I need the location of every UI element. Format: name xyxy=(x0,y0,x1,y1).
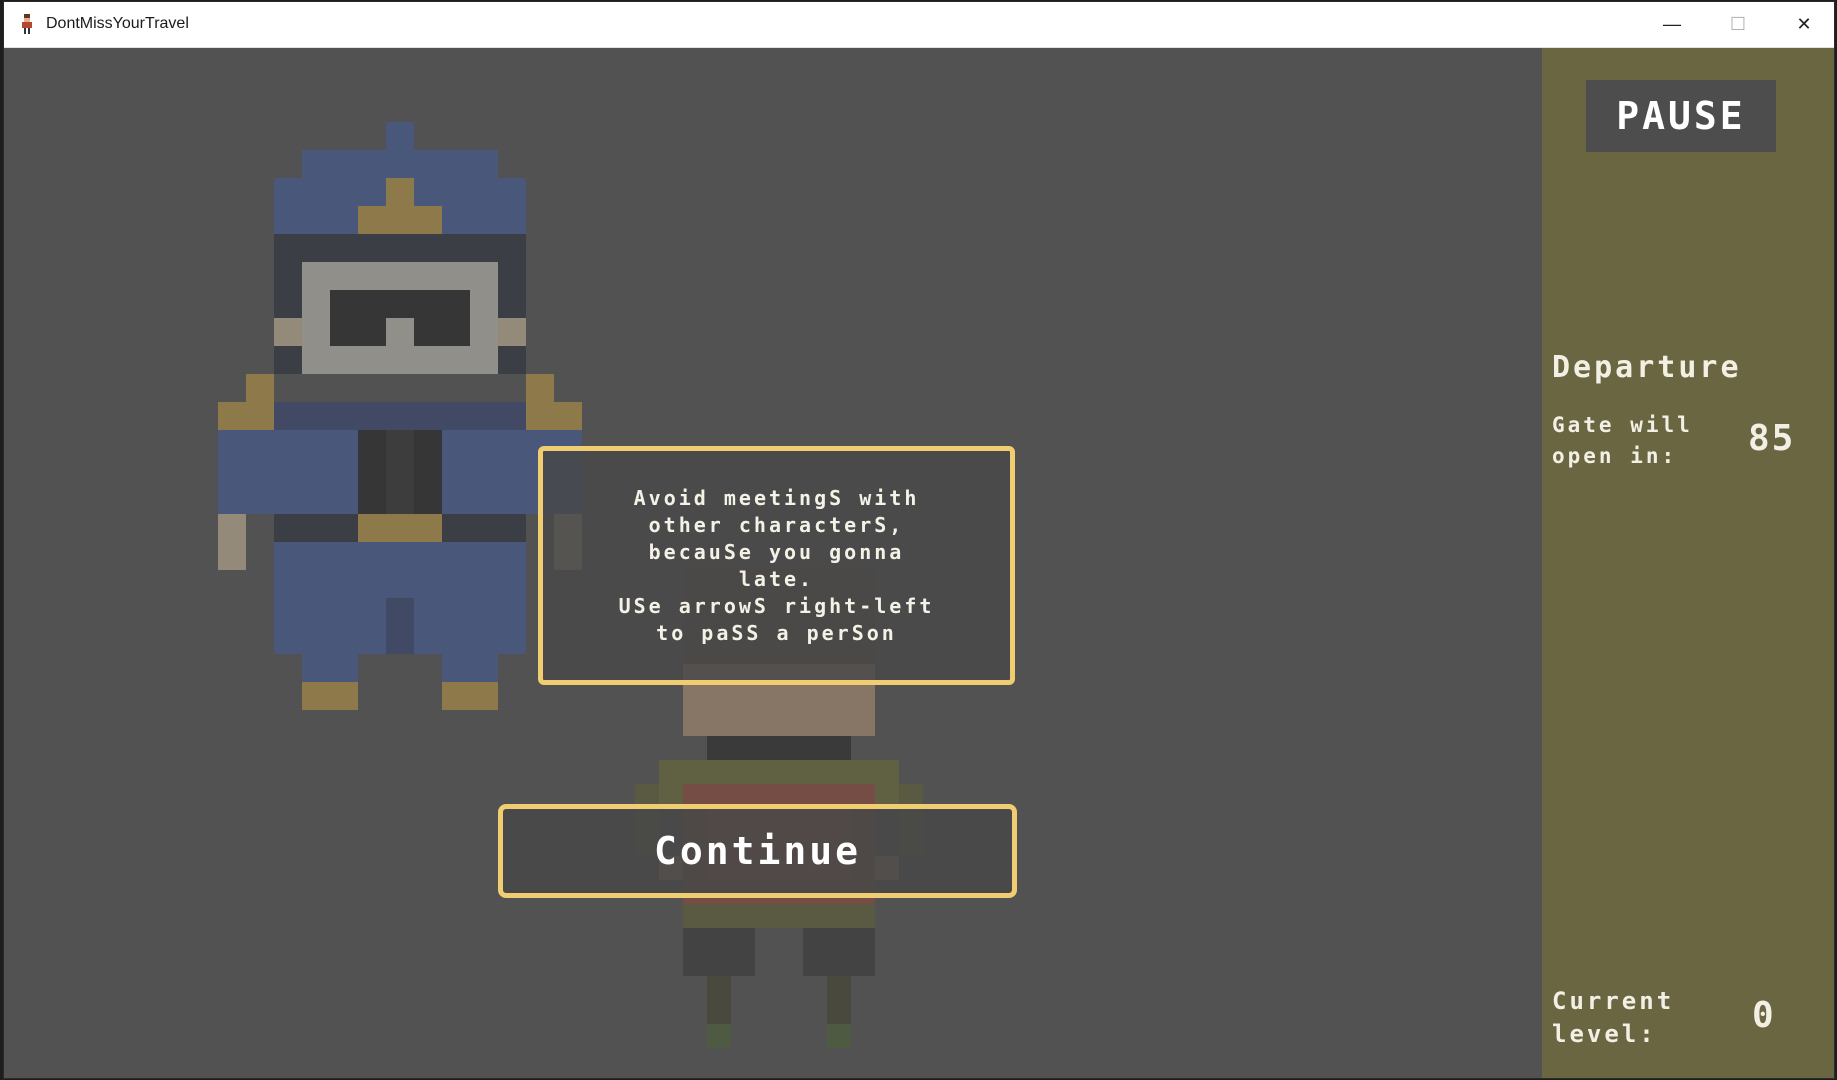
minimize-button[interactable]: — xyxy=(1640,2,1704,47)
instructions-dialog: Avoid meetingS with other characterS, be… xyxy=(538,446,1015,685)
maximize-button[interactable]: ☐ xyxy=(1706,2,1770,47)
current-level-label: Current level: xyxy=(1552,987,1675,1048)
app-icon xyxy=(22,14,32,34)
current-level-value: 0 xyxy=(1752,995,1776,1036)
hud-sidebar xyxy=(1542,48,1834,1078)
instructions-text: Avoid meetingS with other characterS, be… xyxy=(618,485,935,645)
gate-countdown-value: 85 xyxy=(1748,418,1796,459)
window-title: DontMissYourTravel xyxy=(46,15,189,32)
officer-sprite xyxy=(218,122,582,710)
continue-button[interactable]: Continue xyxy=(498,804,1017,898)
departure-title: Departure xyxy=(1552,350,1742,385)
pause-button[interactable]: PAUSE xyxy=(1586,80,1776,152)
close-button[interactable]: ✕ xyxy=(1772,2,1834,47)
title-bar: DontMissYourTravel — ☐ ✕ xyxy=(4,2,1834,48)
gate-countdown-label: Gate will open in: xyxy=(1552,413,1693,468)
